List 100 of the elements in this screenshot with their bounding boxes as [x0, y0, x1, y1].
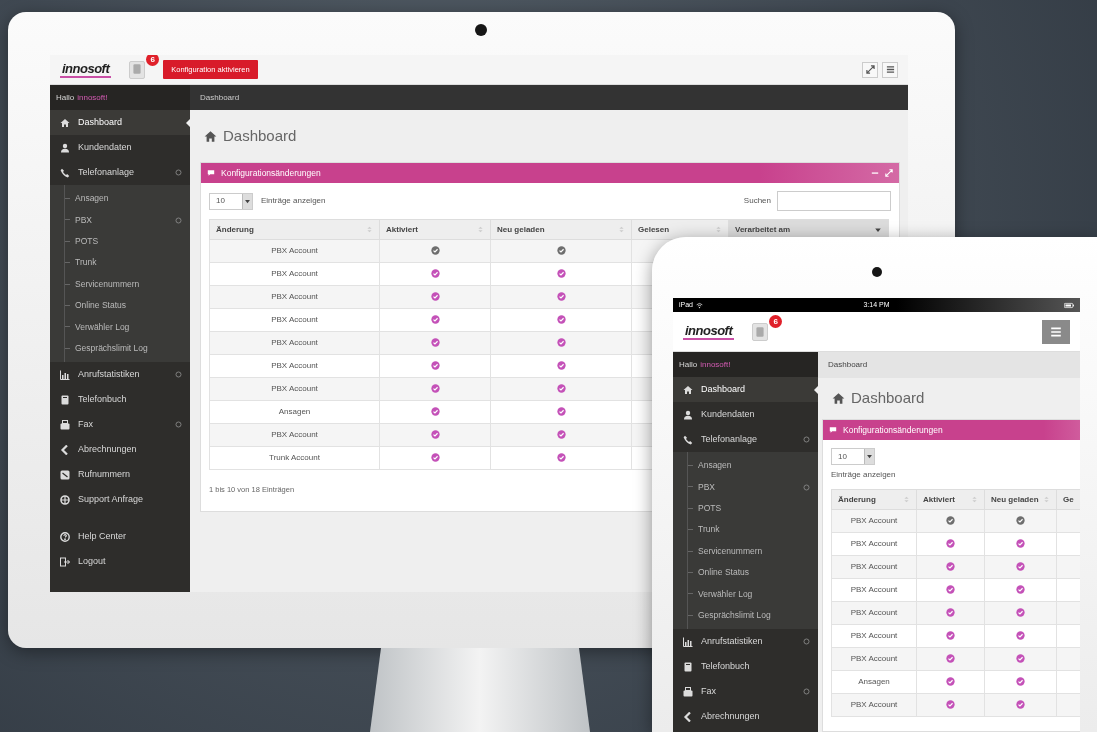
- table-cell: Ansagen: [831, 670, 917, 694]
- breadcrumb-text: Dashboard: [828, 359, 868, 371]
- logo: innosoft: [60, 61, 112, 78]
- sidebar-item[interactable]: Rufnummern: [50, 462, 190, 488]
- notification-button[interactable]: [129, 60, 146, 79]
- sidebar-item[interactable]: PBX: [688, 476, 818, 498]
- table-cell: PBX Account: [209, 308, 380, 332]
- sidebar-item[interactable]: Gesprächslimit Log: [65, 337, 190, 360]
- entries-select[interactable]: 10: [209, 192, 253, 210]
- wifi-icon: [696, 301, 703, 309]
- menu-button[interactable]: [882, 61, 898, 78]
- chat-icon: [829, 426, 837, 434]
- battery-icon: [1063, 301, 1074, 309]
- sidebar-item[interactable]: Dashboard: [673, 377, 818, 402]
- table-cell: PBX Account: [831, 555, 917, 579]
- home-icon: [60, 117, 70, 128]
- caret-icon: [244, 197, 251, 205]
- column-header[interactable]: Neu geladen: [490, 219, 632, 240]
- fullscreen-button[interactable]: [862, 61, 878, 78]
- sidebar-item[interactable]: Telefonanlage: [673, 427, 818, 452]
- home-icon: [683, 384, 693, 395]
- column-header[interactable]: Änderung: [831, 489, 917, 510]
- sidebar-item[interactable]: Fax: [50, 412, 190, 438]
- sidebar-item[interactable]: PBX: [65, 209, 190, 231]
- column-header[interactable]: Aktiviert: [916, 489, 985, 510]
- sidebar-item[interactable]: Fax: [673, 679, 818, 705]
- sidebar-item[interactable]: Abrechnungen: [50, 437, 190, 463]
- notification-button[interactable]: [752, 322, 769, 341]
- sidebar-item[interactable]: Telefonbuch: [50, 387, 190, 413]
- sidebar-item[interactable]: POTS: [65, 230, 190, 253]
- sidebar-item[interactable]: Ansagen: [65, 188, 190, 210]
- table-cell: PBX Account: [831, 509, 917, 533]
- sidebar-item[interactable]: Servicenummern: [688, 540, 818, 562]
- table-cell: PBX Account: [209, 331, 380, 355]
- entries-label: Einträge anzeigen: [261, 195, 326, 207]
- sidebar-item[interactable]: Ansagen: [688, 455, 818, 477]
- lifebuoy-icon: [60, 494, 70, 505]
- sidebar-item[interactable]: Abrechnungen: [673, 704, 818, 730]
- sidebar-item[interactable]: Verwähler Log: [688, 583, 818, 605]
- table-cell: PBX Account: [831, 532, 917, 556]
- column-header[interactable]: Gelesen: [631, 219, 729, 240]
- menu-icon: [1050, 325, 1062, 338]
- bar-chart-icon: [683, 636, 693, 647]
- table-cell: PBX Account: [209, 377, 380, 401]
- table-cell: PBX Account: [831, 601, 917, 625]
- table-cell: PBX Account: [831, 624, 917, 648]
- column-header[interactable]: Neu geladen: [984, 489, 1057, 510]
- column-header[interactable]: Aktiviert: [379, 219, 491, 240]
- sidebar-item[interactable]: Telefonanlage: [50, 160, 190, 185]
- sidebar-item[interactable]: Verwähler Log: [65, 316, 190, 338]
- chat-icon: [207, 169, 215, 177]
- fax-icon: [60, 419, 70, 430]
- sidebar-item[interactable]: Logout: [50, 549, 190, 575]
- table-cell: PBX Account: [209, 262, 380, 286]
- caret-icon: [866, 453, 873, 460]
- table-cell: PBX Account: [831, 693, 917, 717]
- user-name: innosoft!: [700, 358, 731, 371]
- sidebar-item[interactable]: Anrufstatistiken: [673, 629, 818, 655]
- panel-title: Konfigurationsänderungen: [221, 166, 322, 180]
- book-icon: [60, 394, 70, 405]
- column-header[interactable]: Änderung: [209, 219, 380, 240]
- phone-icon: [60, 167, 70, 178]
- sidebar-item[interactable]: Kundendaten: [50, 135, 190, 160]
- chevron-left-icon: [60, 444, 70, 455]
- sidebar-item[interactable]: Gesprächslimit Log: [688, 604, 818, 627]
- camera-lens: [872, 267, 882, 277]
- chevron-left-icon: [683, 711, 693, 722]
- camera-lens: [475, 24, 487, 36]
- user-name: innosoft!: [77, 91, 108, 104]
- sidebar-item[interactable]: Trunk: [65, 252, 190, 274]
- page-title: Dashboard: [223, 125, 297, 146]
- sidebar-item[interactable]: Help Center: [50, 524, 190, 550]
- sidebar-item[interactable]: Support Anfrage: [50, 487, 190, 513]
- sidebar-item[interactable]: Trunk: [688, 519, 818, 541]
- notification-badge: 6: [146, 55, 160, 66]
- sidebar-item[interactable]: Online Status: [65, 294, 190, 317]
- menu-icon: [885, 65, 895, 74]
- panel-title: Konfigurationsänderungen: [843, 423, 944, 437]
- table-cell: PBX Account: [209, 354, 380, 378]
- sidebar-item[interactable]: Kundendaten: [673, 402, 818, 427]
- table-cell: PBX Account: [831, 647, 917, 671]
- table-cell: Ansagen: [209, 400, 380, 424]
- table-cell: PBX Account: [831, 578, 917, 602]
- column-header[interactable]: Ge: [1056, 489, 1080, 510]
- search-field[interactable]: [777, 191, 891, 211]
- entries-select[interactable]: 10: [831, 448, 875, 465]
- sidebar-item[interactable]: Telefonbuch: [673, 654, 818, 680]
- document-icon: [754, 325, 767, 338]
- sidebar-item[interactable]: POTS: [688, 497, 818, 520]
- sidebar-item[interactable]: Online Status: [688, 561, 818, 584]
- notification-badge: 6: [769, 314, 783, 328]
- table-cell: PBX Account: [209, 423, 380, 447]
- greeting-text: Hallo: [679, 358, 698, 371]
- search-label: Suchen: [743, 195, 771, 207]
- sidebar-item[interactable]: Anrufstatistiken: [50, 362, 190, 388]
- home-icon: [204, 129, 217, 143]
- menu-button[interactable]: [1042, 319, 1070, 344]
- bar-chart-icon: [60, 369, 70, 380]
- sidebar-item[interactable]: Dashboard: [50, 110, 190, 135]
- sidebar-item[interactable]: Servicenummern: [65, 273, 190, 295]
